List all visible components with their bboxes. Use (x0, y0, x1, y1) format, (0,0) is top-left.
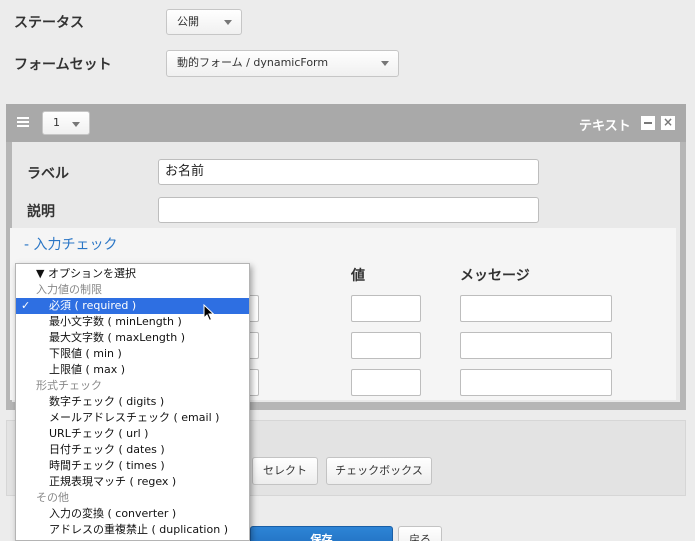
message-column-header: メッセージ (460, 268, 530, 284)
dropdown-option[interactable]: 上限値 ( max ) (16, 362, 249, 378)
field-desc-input[interactable] (158, 197, 539, 223)
dropdown-option[interactable]: 入力の変換 ( converter ) (16, 506, 249, 522)
validation-toggle-link[interactable]: - 入力チェック (24, 234, 118, 254)
dropdown-option[interactable]: 数字チェック ( digits ) (16, 394, 249, 410)
rule-message-input[interactable] (460, 369, 612, 396)
dropdown-option[interactable]: 最大文字数 ( maxLength ) (16, 330, 249, 346)
dropdown-group-label: 形式チェック (36, 379, 102, 392)
dropdown-option[interactable]: URLチェック ( url ) (16, 426, 249, 442)
dropdown-group-label: その他 (36, 491, 69, 504)
status-select[interactable]: 公開 (166, 9, 242, 35)
status-label: ステータス (14, 15, 84, 31)
drag-handle-icon[interactable] (17, 117, 29, 127)
dropdown-option[interactable]: 時間チェック ( times ) (16, 458, 249, 474)
save-button[interactable]: 保存 (250, 526, 393, 541)
dropdown-option[interactable]: 正規表現マッチ ( regex ) (16, 474, 249, 490)
mouse-cursor-icon (203, 304, 215, 322)
field-type-label: テキスト (579, 119, 631, 134)
dropdown-placeholder[interactable]: ▼ オプションを選択 (16, 266, 249, 282)
order-select-value: 1 (53, 116, 60, 129)
dropdown-option[interactable]: メールアドレスチェック ( email ) (16, 410, 249, 426)
rule-message-input[interactable] (460, 295, 612, 322)
chevron-down-icon (224, 20, 232, 25)
order-select[interactable]: 1 (42, 111, 90, 135)
add-select-button[interactable]: セレクト (252, 457, 318, 485)
rule-value-input[interactable] (351, 295, 421, 322)
dropdown-option[interactable]: アドレスの重複禁止 ( duplication ) (16, 522, 249, 538)
dropdown-option[interactable]: 下限値 ( min ) (16, 346, 249, 362)
chevron-down-icon (72, 122, 80, 127)
close-icon[interactable]: × (661, 116, 675, 130)
add-checkbox-button[interactable]: チェックボックス (326, 457, 432, 485)
field-label-input[interactable]: お名前 (158, 159, 539, 185)
rule-message-input[interactable] (460, 332, 612, 359)
formset-select[interactable]: 動的フォーム / dynamicForm (166, 50, 399, 77)
dropdown-option[interactable]: 日付チェック ( dates ) (16, 442, 249, 458)
status-select-value: 公開 (177, 15, 199, 28)
chevron-down-icon (381, 61, 389, 66)
rule-value-input[interactable] (351, 332, 421, 359)
rule-value-input[interactable] (351, 369, 421, 396)
field-desc-label: 説明 (27, 204, 55, 220)
formset-label: フォームセット (14, 57, 112, 73)
field-label-label: ラベル (27, 166, 69, 182)
checkmark-icon: ✓ (21, 299, 31, 312)
value-column-header: 値 (351, 268, 365, 284)
dropdown-group-label: 入力値の制限 (36, 283, 102, 296)
minimize-icon[interactable] (641, 116, 655, 130)
field-panel-header: 1 テキスト × (6, 104, 686, 142)
dropdown-option-label: 必須 ( required ) (49, 299, 137, 312)
back-button[interactable]: 戻る (398, 526, 442, 541)
formset-select-value: 動的フォーム / dynamicForm (177, 56, 329, 69)
